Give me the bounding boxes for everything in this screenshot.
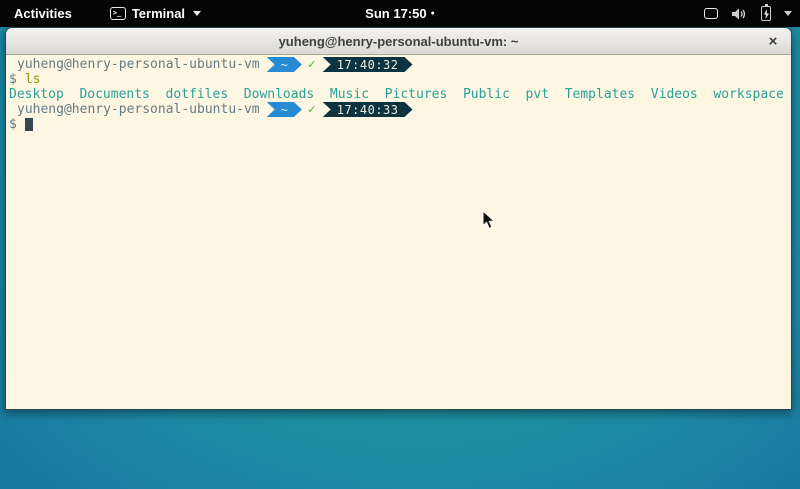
volume-icon <box>731 7 748 21</box>
clock-button[interactable]: Sun 17:50 ● <box>359 4 441 23</box>
terminal-window: yuheng@henry-personal-ubuntu-vm: ~ × yuh… <box>5 27 792 410</box>
ls-output-line: Desktop Documents dotfiles Downloads Mus… <box>9 87 791 102</box>
prompt-line: yuheng@henry-personal-ubuntu-vm ~ ✓ 17:4… <box>9 102 791 117</box>
terminal-icon: >_ <box>110 7 126 20</box>
clock-label: Sun 17:50 <box>365 6 426 21</box>
directory-list: Desktop Documents dotfiles Downloads Mus… <box>9 87 784 102</box>
app-menu-button[interactable]: >_ Terminal <box>110 6 201 21</box>
chevron-down-icon <box>784 11 792 16</box>
status-check-icon: ✓ <box>308 102 316 117</box>
top-bar: Activities >_ Terminal Sun 17:50 ● <box>0 0 800 27</box>
terminal-screen[interactable]: yuheng@henry-personal-ubuntu-vm ~ ✓ 17:4… <box>6 55 791 409</box>
battery-charging-icon <box>761 6 771 21</box>
terminal-cursor <box>25 118 33 131</box>
prompt-time-segment: 17:40:33 <box>323 102 413 117</box>
mouse-cursor <box>482 210 496 230</box>
close-button[interactable]: × <box>761 29 785 53</box>
input-line: $ <box>9 117 791 132</box>
prompt-dollar: $ <box>9 117 17 132</box>
prompt-path-segment: ~ <box>267 57 302 72</box>
screen-icon <box>704 8 718 19</box>
status-check-icon: ✓ <box>308 57 316 72</box>
prompt-user: yuheng@henry-personal-ubuntu-vm <box>17 102 260 117</box>
prompt-line: yuheng@henry-personal-ubuntu-vm ~ ✓ 17:4… <box>9 57 791 72</box>
chevron-down-icon <box>193 11 201 16</box>
command-text: ls <box>25 72 41 87</box>
prompt-dollar: $ <box>9 72 17 87</box>
activities-button[interactable]: Activities <box>10 4 76 23</box>
app-menu-label: Terminal <box>132 6 185 21</box>
prompt-path-segment: ~ <box>267 102 302 117</box>
system-tray-menu[interactable] <box>704 0 792 27</box>
prompt-user: yuheng@henry-personal-ubuntu-vm <box>17 57 260 72</box>
notification-dot: ● <box>431 10 435 17</box>
prompt-time-segment: 17:40:32 <box>323 57 413 72</box>
command-line: $ ls <box>9 72 791 87</box>
window-headerbar[interactable]: yuheng@henry-personal-ubuntu-vm: ~ × <box>6 28 791 55</box>
window-title: yuheng@henry-personal-ubuntu-vm: ~ <box>279 34 519 49</box>
